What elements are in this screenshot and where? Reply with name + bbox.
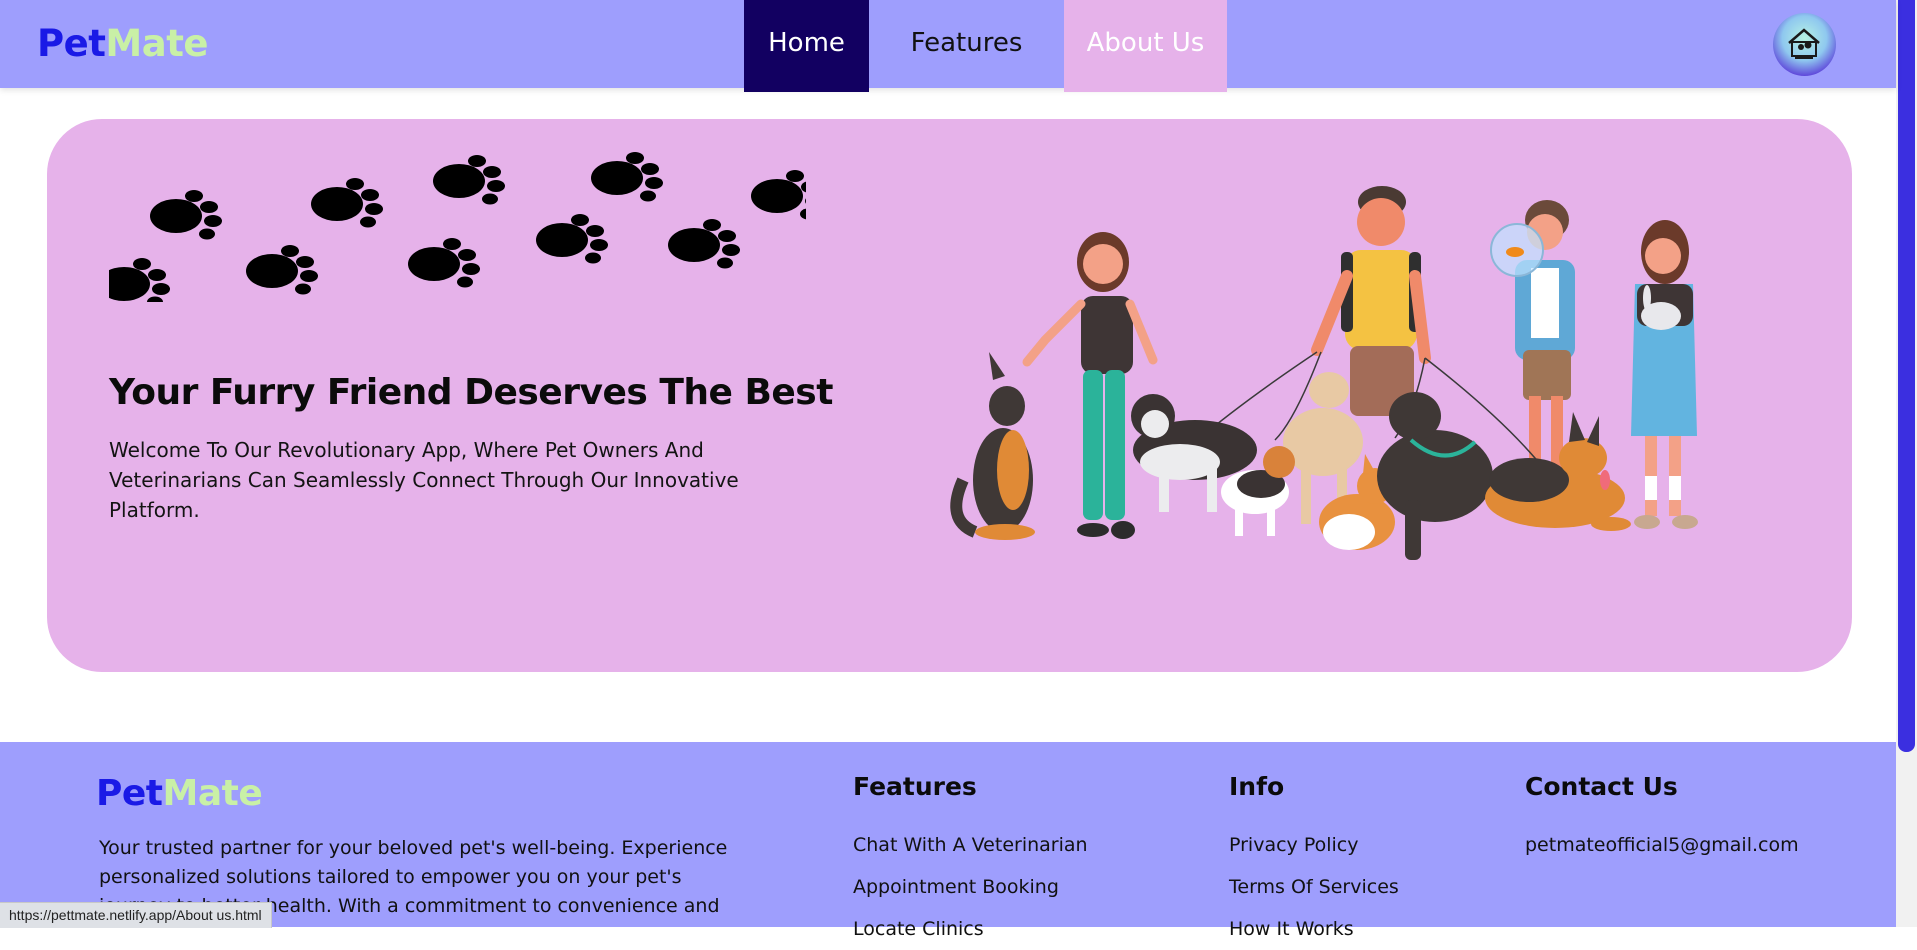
profile-avatar[interactable] <box>1773 13 1836 76</box>
footer-link-locate-clinics[interactable]: Locate Clinics <box>853 908 1088 950</box>
nav-features[interactable]: Features <box>869 0 1064 92</box>
nav-about-us[interactable]: About Us <box>1064 0 1227 92</box>
footer-link-chat-veterinarian[interactable]: Chat With A Veterinarian <box>853 824 1088 866</box>
footer-link-email[interactable]: petmateofficial5@gmail.com <box>1525 824 1799 866</box>
logo-text-pet: Pet <box>37 22 106 65</box>
footer-link-how-it-works[interactable]: How It Works <box>1229 908 1399 950</box>
footer-logo-text-mate: Mate <box>162 773 263 814</box>
footer-logo-text-pet: Pet <box>96 773 163 814</box>
paw-prints-icon <box>109 152 806 302</box>
footer-column-title: Features <box>853 772 977 801</box>
scrollbar-thumb[interactable] <box>1898 0 1915 752</box>
logo-text-mate: Mate <box>105 22 208 65</box>
person-with-fishbowl-icon <box>1490 200 1575 474</box>
footer-column-features: Features Chat With A Veterinarian Appoin… <box>853 770 1088 950</box>
nav-home[interactable]: Home <box>744 0 869 92</box>
site-footer: PetMate Your trusted partner for your be… <box>0 742 1896 940</box>
footer-link-appointment-booking[interactable]: Appointment Booking <box>853 866 1088 908</box>
hero-description: Welcome To Our Revolutionary App, Where … <box>109 438 739 522</box>
footer-column-info: Info Privacy Policy Terms Of Services Ho… <box>1229 770 1399 950</box>
person-girl-icon <box>1631 220 1698 529</box>
site-header: PetMate Home Features About Us <box>0 0 1896 92</box>
footer-logo[interactable]: PetMate <box>96 772 263 816</box>
hero-title: Your Furry Friend Deserves The Best <box>109 372 833 413</box>
person-woman-icon <box>1022 232 1158 539</box>
footer-link-privacy-policy[interactable]: Privacy Policy <box>1229 824 1399 866</box>
main-nav: Home Features About Us <box>744 0 1227 92</box>
footer-column-title: Contact Us <box>1525 772 1678 801</box>
footer-link-terms-of-services[interactable]: Terms Of Services <box>1229 866 1399 908</box>
browser-status-url: https://pettmate.netlify.app/About us.ht… <box>0 902 272 928</box>
footer-link-list: petmateofficial5@gmail.com <box>1525 824 1799 866</box>
petmate-house-logo-icon <box>1788 28 1820 59</box>
footer-link-list: Chat With A Veterinarian Appointment Boo… <box>853 824 1088 950</box>
footer-column-title: Info <box>1229 772 1285 801</box>
footer-column-contact: Contact Us petmateofficial5@gmail.com <box>1525 770 1799 866</box>
header-logo[interactable]: PetMate <box>37 22 208 66</box>
people-with-pets-illustration <box>950 186 1698 560</box>
footer-link-list: Privacy Policy Terms Of Services How It … <box>1229 824 1399 950</box>
